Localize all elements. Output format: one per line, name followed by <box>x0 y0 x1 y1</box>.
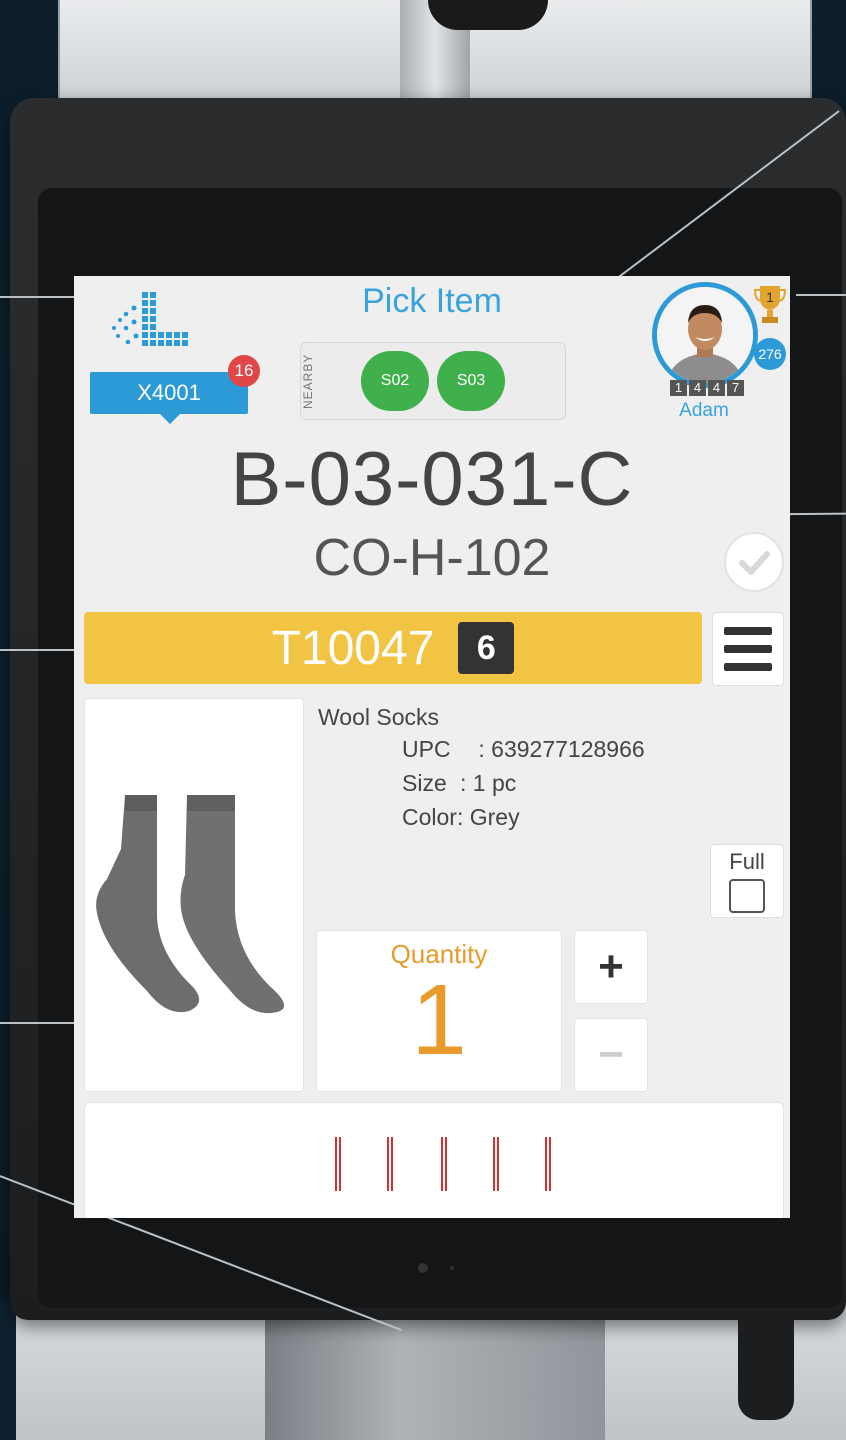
barcode-icon <box>441 1137 447 1191</box>
full-checkbox[interactable] <box>729 879 765 913</box>
quantity-value: 1 <box>411 964 467 1076</box>
full-label: Full <box>729 849 765 874</box>
upc-value: 639277128966 <box>491 736 645 762</box>
product-image-panel <box>84 698 304 1092</box>
score-badge: 276 <box>754 338 786 370</box>
upc-label: UPC <box>402 736 451 762</box>
counter-digit: 4 <box>689 380 706 396</box>
user-photo-icon <box>657 287 753 383</box>
separator: : <box>456 804 470 830</box>
counter-digit: 1 <box>670 380 687 396</box>
menu-button[interactable] <box>712 612 784 686</box>
sensor-dot <box>450 1266 454 1270</box>
nearby-station-s02[interactable]: S02 <box>361 351 429 411</box>
rank-number: 1 <box>766 289 774 305</box>
menu-icon <box>724 627 772 635</box>
size-label: Size <box>402 770 447 796</box>
increase-quantity-button[interactable]: + <box>574 930 648 1004</box>
socks-image-icon <box>96 795 285 1014</box>
stand-clip <box>428 0 548 30</box>
full-toggle[interactable]: Full <box>710 844 784 918</box>
location-code: CO-H-102 <box>313 529 551 587</box>
trophy-icon: 1 <box>754 286 786 323</box>
color-label: Color <box>402 804 457 830</box>
barcode-icon <box>335 1137 341 1191</box>
stand-edge <box>0 1300 16 1440</box>
check-icon <box>739 551 770 575</box>
stand-top <box>58 0 812 100</box>
size-value: 1 pc <box>472 770 517 796</box>
station-id: X4001 <box>137 380 201 405</box>
app-screen: Pick Item X4001 16 NEARBY S02 S03 1 276 … <box>74 276 790 1218</box>
product-upc: UPC : 639277128966 <box>402 736 645 763</box>
counter-digit: 7 <box>727 380 744 396</box>
nearby-stations: NEARBY S02 S03 <box>300 342 566 420</box>
stand-pole-bottom <box>265 1300 605 1440</box>
product-size: Size: 1 pc <box>402 770 516 797</box>
tablet-foot <box>738 1310 794 1420</box>
avatar[interactable] <box>652 282 758 388</box>
product-name: Wool Socks <box>318 704 440 730</box>
color-value: Grey <box>469 804 520 830</box>
barcode-icon <box>493 1137 499 1191</box>
user-counter: 1 4 4 7 <box>670 380 744 396</box>
separator: : <box>460 770 473 796</box>
scan-area[interactable] <box>84 1102 784 1218</box>
separator: : <box>472 736 492 762</box>
barcode-icon <box>545 1137 551 1191</box>
stand-bottom <box>0 1300 846 1440</box>
product-color: Color: Grey <box>402 804 520 831</box>
camera-dot <box>418 1263 428 1273</box>
station-tag[interactable]: X4001 <box>90 372 248 424</box>
menu-icon <box>724 663 772 671</box>
station-tag-pointer <box>160 414 180 424</box>
barcode-icon <box>387 1137 393 1191</box>
tote-bar[interactable]: T10047 6 <box>84 612 702 684</box>
station-badge: 16 <box>228 355 260 387</box>
callout-line <box>796 294 846 296</box>
tote-count-badge: 6 <box>458 622 515 674</box>
menu-icon <box>724 645 772 653</box>
nearby-label: NEARBY <box>301 353 315 409</box>
confirm-check-button[interactable] <box>724 532 784 592</box>
tote-id: T10047 <box>271 621 435 675</box>
decrease-quantity-button[interactable]: − <box>574 1018 648 1092</box>
quantity-panel: Quantity 1 <box>316 930 562 1092</box>
bin-location: B-03-031-C <box>230 437 634 522</box>
user-name: Adam <box>679 400 729 421</box>
counter-digit: 4 <box>708 380 725 396</box>
nearby-station-s03[interactable]: S03 <box>437 351 505 411</box>
